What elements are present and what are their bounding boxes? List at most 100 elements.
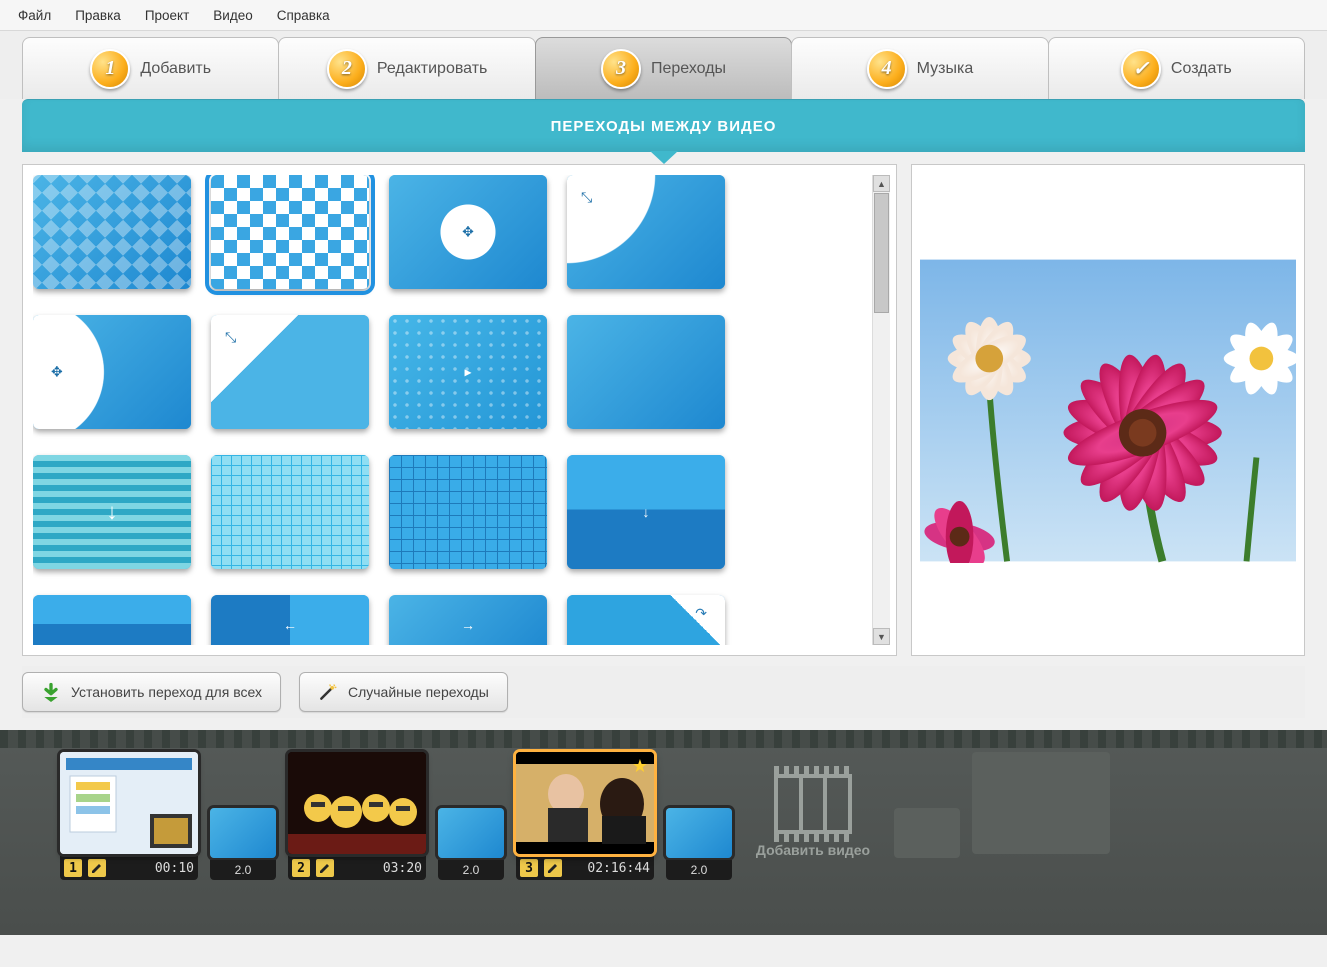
expand-icon: ⤡	[225, 329, 236, 346]
timeline-transition[interactable]: 2.0	[210, 808, 276, 880]
timeline-clip[interactable]: ★ 3 02:16:44	[516, 752, 654, 880]
step-label: Добавить	[140, 60, 211, 78]
step-tab-add[interactable]: 1 Добавить	[22, 37, 279, 99]
section-header-title: ПЕРЕХОДЫ МЕЖДУ ВИДЕО	[551, 118, 777, 135]
move-icon: ✥	[51, 364, 63, 381]
transition-duration: 2.0	[210, 860, 276, 880]
step-tab-transitions[interactable]: 3 Переходы	[535, 37, 792, 99]
pencil-icon[interactable]	[316, 859, 334, 877]
pencil-icon[interactable]	[544, 859, 562, 877]
step-tab-music[interactable]: 4 Музыка	[791, 37, 1048, 99]
clip-info: 1 00:10	[60, 856, 198, 880]
arrow-icon: ▸	[464, 364, 471, 381]
clip-duration: 02:16:44	[587, 861, 650, 876]
buttons-strip: Установить переход для всех Случайные пе…	[22, 666, 1305, 718]
step-label: Редактировать	[377, 60, 488, 78]
menu-file[interactable]: Файл	[8, 4, 61, 27]
arrow-left-icon: ←	[283, 617, 297, 633]
transition-thumb[interactable]	[389, 455, 547, 569]
random-transitions-button[interactable]: Случайные переходы	[299, 672, 508, 712]
transition-thumb[interactable]	[211, 175, 369, 289]
transition-duration: 2.0	[438, 860, 504, 880]
transition-thumb[interactable]: →	[389, 595, 547, 645]
step-number-icon: 1	[90, 49, 130, 89]
clip-duration: 00:10	[155, 861, 194, 876]
apply-all-button[interactable]: Установить переход для всех	[22, 672, 281, 712]
arrow-down-icon: ↓	[643, 504, 650, 520]
step-number-icon: 2	[327, 49, 367, 89]
transition-thumb[interactable]: ↓	[567, 455, 725, 569]
transition-thumb[interactable]: ✥	[389, 175, 547, 289]
scroll-thumb[interactable]	[874, 193, 889, 313]
transitions-gallery: ✥ ⤡ ✥ ⤡ ▸ ↓ ↓ ← → ↷ ▲ ▼	[22, 164, 897, 656]
transition-thumb[interactable]	[33, 175, 191, 289]
star-icon: ★	[632, 756, 648, 777]
transition-thumb[interactable]	[567, 315, 725, 429]
step-label: Создать	[1171, 60, 1232, 78]
menu-bar: Файл Правка Проект Видео Справка	[0, 0, 1327, 31]
timeline-placeholder-transition	[894, 808, 960, 858]
transition-thumb[interactable]: ▸	[389, 315, 547, 429]
timeline-transition[interactable]: 2.0	[666, 808, 732, 880]
step-label: Переходы	[651, 60, 726, 78]
transition-duration: 2.0	[666, 860, 732, 880]
add-video-button[interactable]: Добавить видео	[744, 752, 882, 880]
menu-project[interactable]: Проект	[135, 4, 199, 27]
transition-mini-thumb	[438, 808, 504, 858]
menu-edit[interactable]: Правка	[65, 4, 131, 27]
menu-help[interactable]: Справка	[267, 4, 340, 27]
clip-thumbnail	[60, 752, 198, 854]
add-video-label: Добавить видео	[756, 842, 870, 858]
clip-duration: 03:20	[383, 861, 422, 876]
preview-panel	[911, 164, 1305, 656]
arrow-down-icon: ↓	[107, 499, 118, 525]
button-label: Случайные переходы	[348, 684, 489, 700]
clip-number: 3	[520, 859, 538, 877]
preview-canvas	[920, 258, 1296, 563]
wand-icon	[318, 682, 338, 702]
scrollbar[interactable]: ▲ ▼	[872, 175, 890, 645]
step-tabs-container: 1 Добавить 2 Редактировать 3 Переходы 4 …	[0, 31, 1327, 99]
timeline-placeholder-clip	[972, 752, 1110, 854]
arrow-down-icon	[41, 682, 61, 702]
transition-thumb[interactable]	[33, 595, 191, 645]
transition-thumb[interactable]: ↓	[33, 455, 191, 569]
expand-icon: ⤡	[581, 189, 592, 206]
scroll-down-button[interactable]: ▼	[873, 628, 890, 645]
button-label: Установить переход для всех	[71, 684, 262, 700]
film-icon	[774, 774, 852, 834]
work-area: ✥ ⤡ ✥ ⤡ ▸ ↓ ↓ ← → ↷ ▲ ▼	[22, 164, 1305, 656]
transition-thumb[interactable]: ←	[211, 595, 369, 645]
step-tab-create[interactable]: ✓ Создать	[1048, 37, 1305, 99]
transition-thumb[interactable]: ⤡	[567, 175, 725, 289]
transition-thumb[interactable]: ⤡	[211, 315, 369, 429]
clip-info: 3 02:16:44	[516, 856, 654, 880]
pencil-icon[interactable]	[88, 859, 106, 877]
clip-info: 2 03:20	[288, 856, 426, 880]
clip-thumbnail	[288, 752, 426, 854]
step-label: Музыка	[917, 60, 974, 78]
timeline: 1 00:10 2.0	[0, 730, 1327, 935]
menu-video[interactable]: Видео	[203, 4, 262, 27]
arrow-right-icon: →	[461, 617, 475, 633]
step-check-icon: ✓	[1121, 49, 1161, 89]
transition-mini-thumb	[666, 808, 732, 858]
move-icon: ✥	[462, 224, 474, 241]
clip-thumbnail: ★	[516, 752, 654, 854]
timeline-clip[interactable]: 1 00:10	[60, 752, 198, 880]
timeline-transition[interactable]: 2.0	[438, 808, 504, 880]
scroll-up-button[interactable]: ▲	[873, 175, 890, 192]
step-tab-edit[interactable]: 2 Редактировать	[278, 37, 535, 99]
transition-thumb[interactable]: ✥	[33, 315, 191, 429]
clip-number: 1	[64, 859, 82, 877]
step-number-icon: 4	[867, 49, 907, 89]
transition-thumb[interactable]: ↷	[567, 595, 725, 645]
transition-mini-thumb	[210, 808, 276, 858]
step-number-icon: 3	[601, 49, 641, 89]
timeline-clip[interactable]: 2 03:20	[288, 752, 426, 880]
curl-icon: ↷	[695, 605, 707, 622]
transition-thumb[interactable]	[211, 455, 369, 569]
clip-number: 2	[292, 859, 310, 877]
preview-image	[920, 258, 1296, 563]
section-header: ПЕРЕХОДЫ МЕЖДУ ВИДЕО	[22, 99, 1305, 152]
